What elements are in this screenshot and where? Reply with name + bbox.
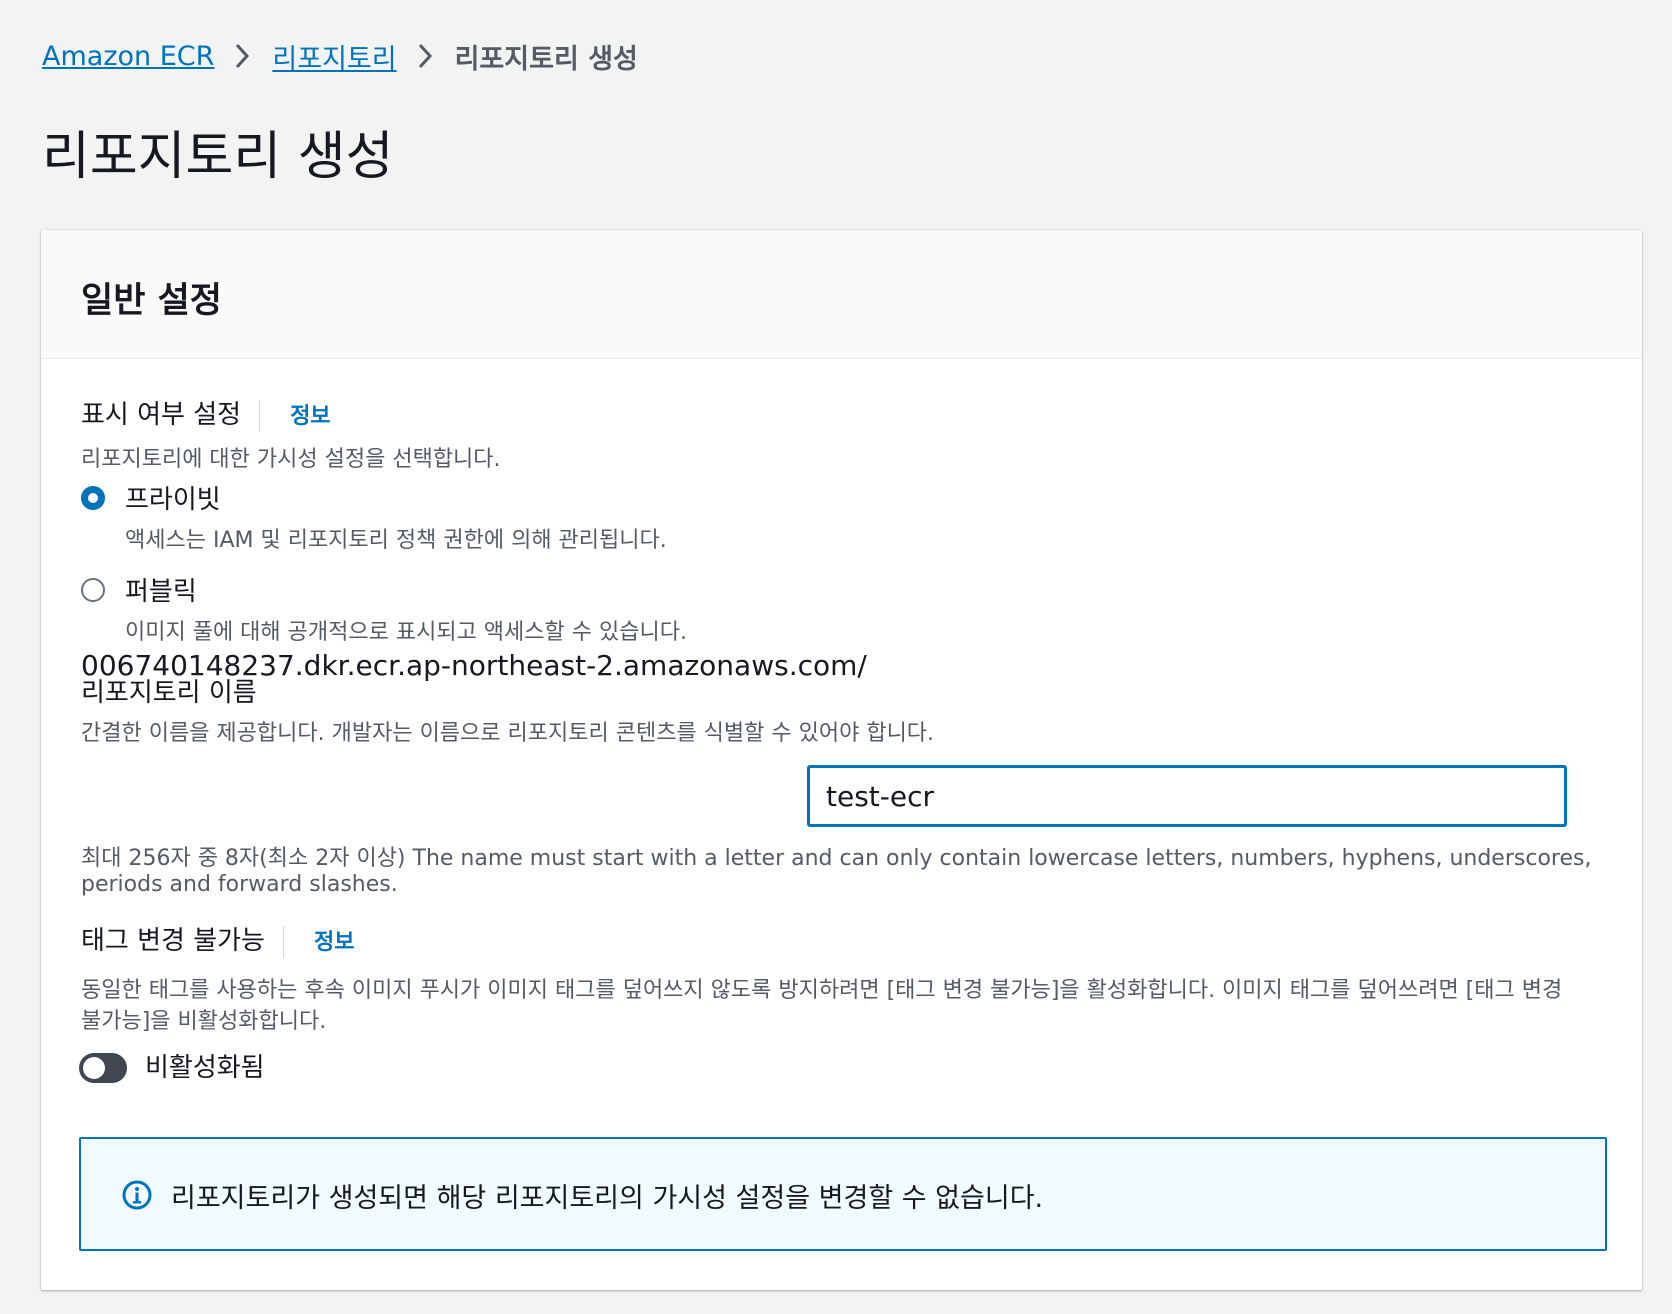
panel-body: 표시 여부 설정 정보 리포지토리에 대한 가시성 설정을 선택합니다. 프라이빗… (41, 359, 1642, 1290)
breadcrumb-current: 리포지토리 생성 (454, 43, 638, 75)
toggle-knob (83, 1057, 105, 1079)
private-label[interactable]: 프라이빗 (125, 479, 221, 516)
chevron-right-icon (397, 34, 455, 78)
tag-immutability-toggle[interactable] (79, 1053, 127, 1083)
public-label[interactable]: 퍼블릭 (125, 571, 197, 608)
private-radio[interactable] (81, 486, 105, 510)
tag-immutability-description-line2: 불가능]을 비활성화합니다. (81, 1009, 327, 1034)
private-description: 액세스는 IAM 및 리포지토리 정책 권한에 의해 관리됩니다. (125, 528, 667, 553)
info-alert: 리포지토리가 생성되면 해당 리포지토리의 가시성 설정을 변경할 수 없습니다… (79, 1137, 1607, 1251)
info-divider (259, 399, 261, 432)
public-radio[interactable] (81, 578, 105, 602)
tag-immutability-label-row: 태그 변경 불가능 정보 (81, 921, 354, 961)
panel-title: 일반 설정 (81, 281, 222, 321)
repo-name-hint-line1: 최대 256자 중 8자(최소 2자 이상) The name must sta… (81, 846, 1592, 871)
repo-name-input[interactable] (807, 765, 1567, 827)
visibility-description: 리포지토리에 대한 가시성 설정을 선택합니다. (81, 447, 501, 472)
repo-uri-prefix: 006740148237.dkr.ecr.ap-northeast-2.amaz… (81, 649, 867, 682)
breadcrumb: Amazon ECR 리포지토리 리포지토리 생성 (42, 34, 638, 78)
repo-name-description: 간결한 이름을 제공합니다. 개발자는 이름으로 리포지토리 콘텐츠를 식별할 … (81, 721, 935, 746)
visibility-label-row: 표시 여부 설정 정보 (81, 395, 331, 435)
tag-immutability-description-line1: 동일한 태그를 사용하는 후속 이미지 푸시가 이미지 태그를 덮어쓰지 않도록… (81, 978, 1563, 1003)
tag-immutability-info-link[interactable]: 정보 (314, 930, 354, 955)
visibility-info-link[interactable]: 정보 (290, 404, 330, 429)
public-description: 이미지 풀에 대해 공개적으로 표시되고 액세스할 수 있습니다. (125, 620, 687, 645)
alert-text: 리포지토리가 생성되면 해당 리포지토리의 가시성 설정을 변경할 수 없습니다… (171, 1183, 1044, 1214)
breadcrumb-amazon-ecr[interactable]: Amazon ECR (42, 41, 214, 72)
info-divider (282, 925, 284, 958)
tag-immutability-label: 태그 변경 불가능 (81, 926, 265, 956)
chevron-right-icon (214, 34, 272, 78)
panel-header: 일반 설정 (41, 230, 1642, 359)
tag-immutability-toggle-label[interactable]: 비활성화됨 (145, 1047, 265, 1084)
breadcrumb-repositories[interactable]: 리포지토리 (272, 37, 396, 76)
visibility-label: 표시 여부 설정 (81, 400, 242, 430)
general-settings-panel: 일반 설정 표시 여부 설정 정보 리포지토리에 대한 가시성 설정을 선택합니다… (41, 230, 1642, 1290)
page-title: 리포지토리 생성 (42, 127, 394, 187)
repo-name-hint-line2: periods and forward slashes. (81, 872, 398, 897)
page: Amazon ECR 리포지토리 리포지토리 생성 리포지토리 생성 일반 설정… (0, 0, 1672, 1314)
info-circle-icon (121, 1179, 153, 1215)
